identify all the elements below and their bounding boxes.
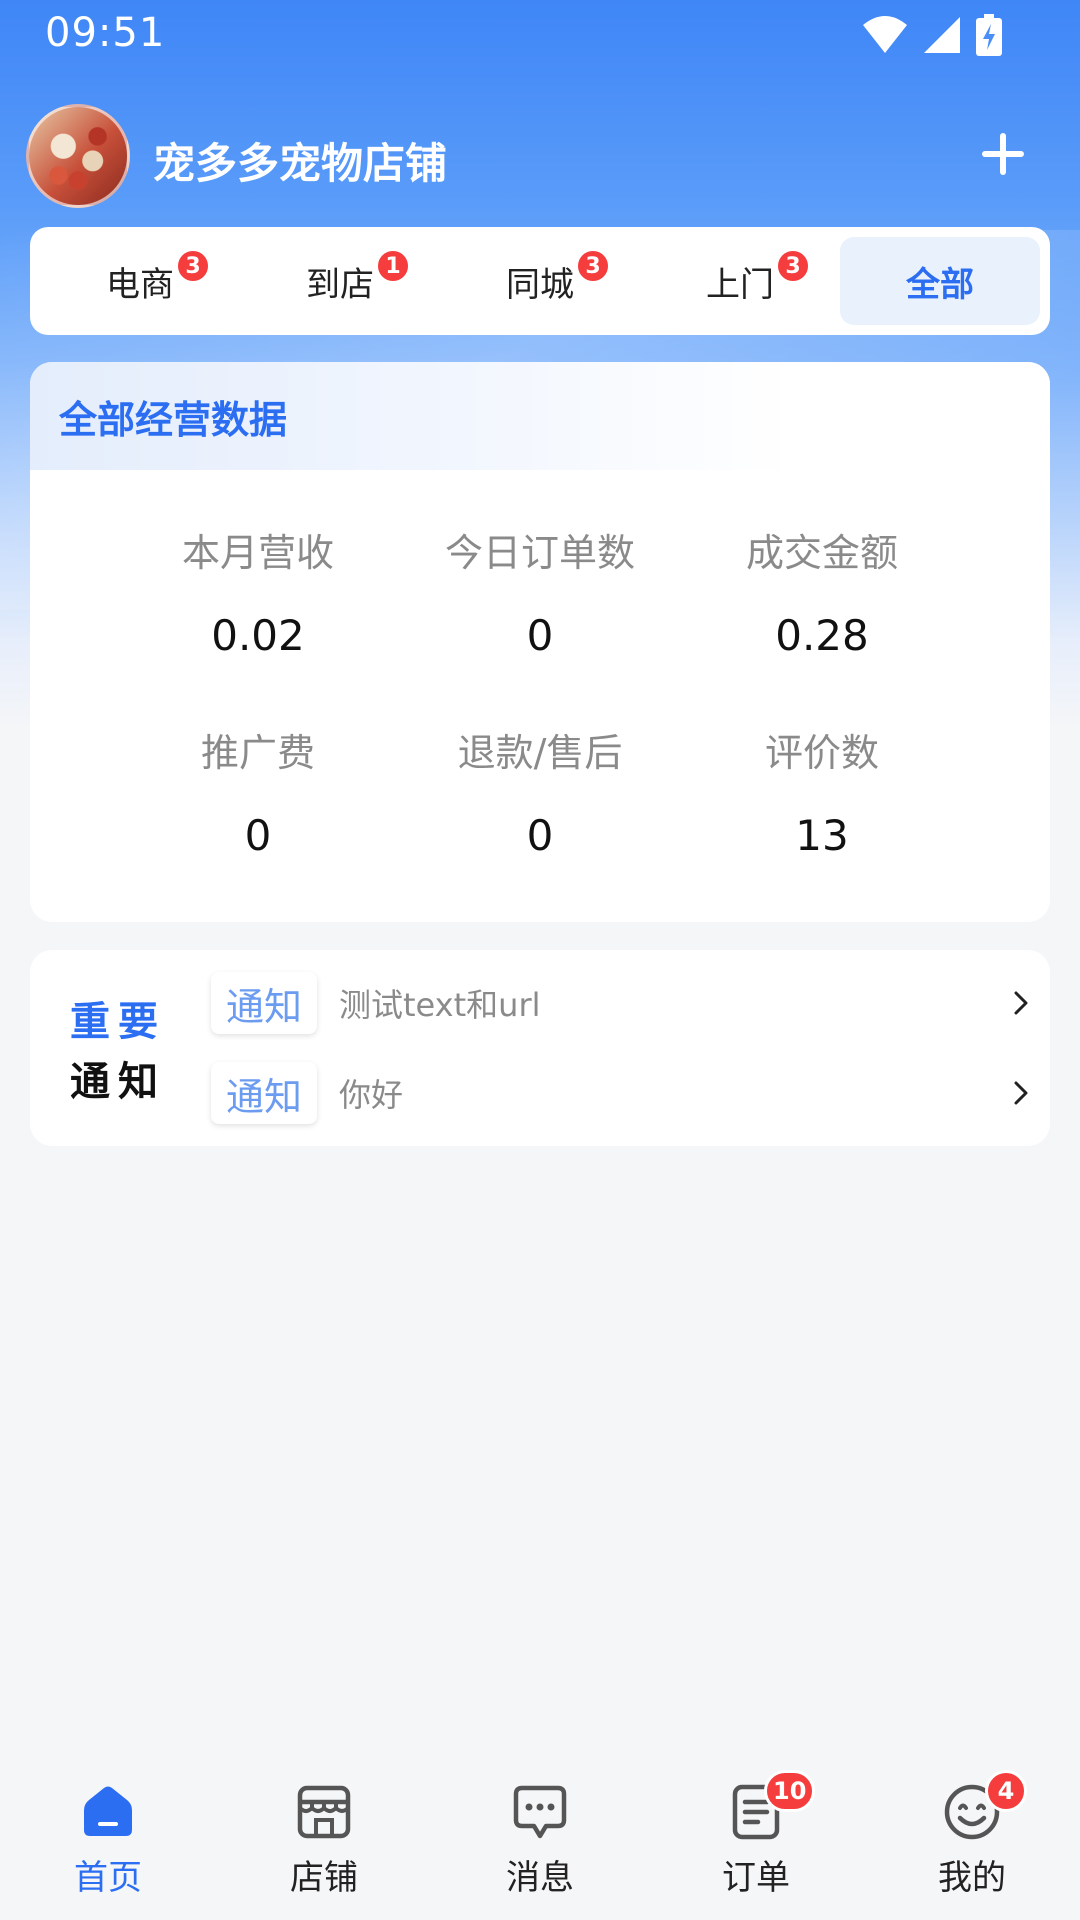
nav-home[interactable]: 首页 bbox=[0, 1740, 216, 1920]
stat-value: 0.28 bbox=[775, 611, 869, 660]
important-notice-card: 重要 通知 通知 测试text和url 通知 你好 bbox=[30, 950, 1050, 1146]
home-icon bbox=[84, 1786, 132, 1836]
stats-title: 全部经营数据 bbox=[59, 397, 288, 442]
nav-label: 我的 bbox=[938, 1858, 1006, 1898]
status-icons bbox=[862, 14, 1002, 56]
business-type-tabs: 电商 3 到店 1 同城 3 上门 3 全部 bbox=[30, 227, 1050, 335]
stats-header: 全部经营数据 bbox=[30, 362, 1050, 470]
tab-badge: 3 bbox=[576, 249, 610, 283]
notice-tag: 通知 bbox=[211, 1062, 317, 1124]
stat-value: 0 bbox=[526, 811, 554, 860]
nav-label: 首页 bbox=[74, 1858, 142, 1898]
battery-charging-icon bbox=[976, 14, 1002, 56]
stat-value: 0.02 bbox=[211, 611, 305, 660]
tab-home-service[interactable]: 上门 3 bbox=[640, 237, 840, 325]
nav-label: 消息 bbox=[506, 1858, 574, 1898]
nav-label: 订单 bbox=[722, 1858, 790, 1898]
tab-ecommerce[interactable]: 电商 3 bbox=[40, 237, 240, 325]
stat-label: 今日订单数 bbox=[444, 531, 635, 575]
store-avatar[interactable] bbox=[26, 104, 130, 208]
tab-label: 同城 bbox=[506, 264, 574, 305]
nav-store[interactable]: 店铺 bbox=[216, 1740, 432, 1920]
chevron-right-icon bbox=[1001, 1073, 1041, 1113]
home-screen: 09:51 宠多多宠物店铺 电商 3 到店 1 同城 3 上门 3 全部 全部经… bbox=[0, 0, 1080, 1920]
notice-logo: 重要 通知 bbox=[70, 992, 180, 1112]
stat-review-count[interactable]: 评价数 13 bbox=[672, 722, 972, 860]
chat-bubble-icon bbox=[513, 1785, 567, 1839]
stat-promotion-fee[interactable]: 推广费 0 bbox=[108, 722, 408, 860]
stat-refunds[interactable]: 退款/售后 0 bbox=[390, 722, 690, 860]
storefront-icon bbox=[297, 1785, 351, 1839]
status-bar: 09:51 bbox=[0, 0, 1080, 72]
tab-all[interactable]: 全部 bbox=[840, 237, 1040, 325]
stat-value: 0 bbox=[244, 811, 272, 860]
cellular-signal-icon bbox=[924, 17, 960, 53]
chevron-right-icon bbox=[1001, 983, 1041, 1023]
nav-messages[interactable]: 消息 bbox=[432, 1740, 648, 1920]
bottom-navigation: 首页 店铺 消息 订单 10 我的 4 bbox=[0, 1740, 1080, 1920]
tab-badge: 1 bbox=[376, 249, 410, 283]
tab-badge: 3 bbox=[176, 249, 210, 283]
tab-same-city[interactable]: 同城 3 bbox=[440, 237, 640, 325]
business-stats-card: 全部经营数据 本月营收 0.02 今日订单数 0 成交金额 0.28 推广费 0… bbox=[30, 362, 1050, 922]
notice-logo-line1: 重要 bbox=[70, 999, 166, 1045]
stat-label: 成交金额 bbox=[745, 531, 898, 575]
nav-badge: 4 bbox=[985, 1770, 1027, 1812]
stat-value: 0 bbox=[526, 611, 554, 660]
tab-badge: 3 bbox=[776, 249, 810, 283]
notice-text: 测试text和url bbox=[339, 986, 541, 1024]
stat-today-orders[interactable]: 今日订单数 0 bbox=[390, 522, 690, 660]
stat-label: 推广费 bbox=[200, 731, 315, 775]
nav-orders[interactable]: 订单 10 bbox=[648, 1740, 864, 1920]
nav-label: 店铺 bbox=[290, 1858, 358, 1898]
notice-logo-line2: 通知 bbox=[70, 1059, 166, 1105]
wifi-icon bbox=[863, 16, 907, 53]
stat-label: 评价数 bbox=[764, 731, 879, 775]
tab-label: 到店 bbox=[306, 264, 374, 305]
notice-tag: 通知 bbox=[211, 972, 317, 1034]
tab-label: 全部 bbox=[906, 264, 974, 305]
add-icon[interactable] bbox=[982, 128, 1034, 180]
tab-label: 电商 bbox=[106, 264, 174, 305]
status-time: 09:51 bbox=[45, 10, 166, 56]
tab-label: 上门 bbox=[706, 264, 774, 305]
store-name[interactable]: 宠多多宠物店铺 bbox=[153, 130, 447, 191]
notice-text: 你好 bbox=[339, 1076, 404, 1114]
nav-profile[interactable]: 我的 4 bbox=[864, 1740, 1080, 1920]
notice-item[interactable]: 通知 你好 bbox=[211, 1061, 1041, 1125]
notice-item[interactable]: 通知 测试text和url bbox=[211, 971, 1041, 1035]
stat-label: 退款/售后 bbox=[457, 731, 623, 775]
stat-value: 13 bbox=[795, 811, 849, 860]
stat-monthly-revenue[interactable]: 本月营收 0.02 bbox=[108, 522, 408, 660]
tab-in-store[interactable]: 到店 1 bbox=[240, 237, 440, 325]
stat-transaction-amount[interactable]: 成交金额 0.28 bbox=[672, 522, 972, 660]
stat-label: 本月营收 bbox=[181, 531, 334, 575]
nav-badge: 10 bbox=[764, 1770, 816, 1812]
